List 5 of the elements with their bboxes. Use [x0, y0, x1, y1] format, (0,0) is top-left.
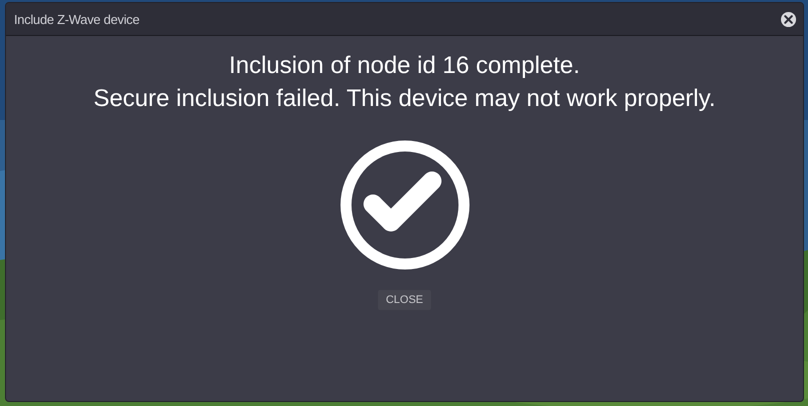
dialog-title: Include Z-Wave device [14, 12, 140, 26]
close-icon[interactable] [780, 10, 797, 28]
status-message: Inclusion of node id 16 complete. [229, 51, 580, 81]
close-button[interactable]: CLOSE [378, 290, 432, 310]
status-message: Secure inclusion failed. This device may not work properly. [93, 84, 716, 114]
